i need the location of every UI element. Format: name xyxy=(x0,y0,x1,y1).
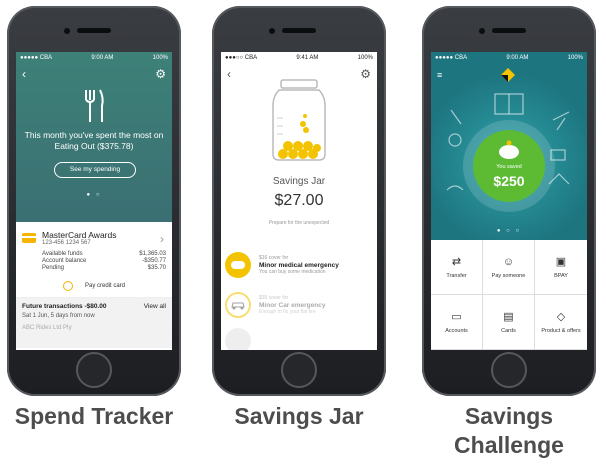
saved-badge[interactable]: You saved $250 xyxy=(473,130,545,202)
piggy-bank-icon xyxy=(499,140,519,159)
phone-camera xyxy=(269,28,275,34)
funds-row: Account balance -$350.77 xyxy=(42,258,166,264)
carrier: ●●●●● CBA xyxy=(20,55,53,61)
card-number: 123-456 1234 567 xyxy=(42,240,91,246)
future-next: ABC Rides Ltd Pty xyxy=(22,325,72,331)
phone-speaker xyxy=(492,28,526,33)
pay-icon xyxy=(62,281,73,291)
credit-card-icon xyxy=(22,233,36,243)
status-bar: ●●●●● CBA 9:00 AM 100% xyxy=(16,52,172,64)
future-transactions: Future transactions -$80.00 View all Sat… xyxy=(16,298,172,348)
wallet-icon: ▭ xyxy=(451,311,462,323)
screen: ●●●○○ CBA 9:41 AM 100% ‹ ⚙ Savings Jar $… xyxy=(221,52,377,350)
funds-row: Available funds $1,365.03 xyxy=(42,251,166,257)
phone-savings-jar: ●●●○○ CBA 9:41 AM 100% ‹ ⚙ Savings Jar $… xyxy=(212,6,386,396)
card-name: MasterCard Awards xyxy=(42,230,117,240)
goal-title: Minor medical emergency xyxy=(259,261,339,269)
person-icon: ☺ xyxy=(502,255,515,268)
future-date: Sat 1 Jun, 5 days from now xyxy=(22,313,95,319)
see-spending-button[interactable]: See my spending xyxy=(54,162,136,178)
battery: 100% xyxy=(357,55,373,61)
funds-row: Pending $35.70 xyxy=(42,265,166,271)
tile-transfer[interactable]: ⇄ Transfer xyxy=(431,240,483,295)
chevron-right-icon: › xyxy=(160,232,164,246)
spending-header: ●●●●● CBA 9:00 AM 100% ‹ ⚙ This month yo… xyxy=(16,52,172,222)
back-icon[interactable]: ‹ xyxy=(22,67,26,81)
clock: 9:00 AM xyxy=(91,55,114,61)
goal-desc: Enough to fix your flat tire xyxy=(259,308,316,315)
quick-actions-grid: ⇄ Transfer ☺ Pay someone ▣ BPAY ▭ Accounts ▤… xyxy=(431,240,587,350)
future-title: Future transactions -$80.00 xyxy=(22,303,107,310)
goal-desc: You can buy some medication xyxy=(259,268,326,275)
goal-cover: $16 cover for xyxy=(259,254,289,261)
tile-cards[interactable]: ▤ Cards xyxy=(483,295,535,350)
carrier: ●●●●● CBA xyxy=(435,55,468,61)
car-icon xyxy=(225,292,251,318)
goal-item[interactable]: $16 cover for Minor medical emergency Yo… xyxy=(221,248,377,282)
goal-cover: $35 cover for xyxy=(259,294,289,301)
status-bar: ●●●○○ CBA 9:41 AM 100% xyxy=(221,52,377,64)
saved-label: You saved xyxy=(496,164,522,170)
card-icon: ▤ xyxy=(503,311,514,323)
phone-camera xyxy=(64,28,70,34)
phone-camera xyxy=(479,28,485,34)
saved-amount: $250 xyxy=(493,173,525,189)
transfer-icon: ⇄ xyxy=(451,256,462,268)
pay-label: Pay credit card xyxy=(84,283,126,289)
page-dots: ● ○ xyxy=(86,192,102,198)
clock: 9:00 AM xyxy=(506,55,529,61)
pay-credit-card-button[interactable]: Pay credit card xyxy=(16,271,172,298)
bpay-icon: ▣ xyxy=(555,256,567,268)
page-dots: ● ○ ○ xyxy=(496,228,522,234)
jar-subtitle: Prepare for the unexpected xyxy=(268,220,330,226)
tile-bpay[interactable]: ▣ BPAY xyxy=(535,240,587,295)
gear-icon[interactable]: ⚙ xyxy=(360,67,371,81)
savings-hero: ≡ You saved $250 xyxy=(431,64,587,240)
battery: 100% xyxy=(152,55,168,61)
jar-amount: $27.00 xyxy=(274,192,324,209)
home-button[interactable] xyxy=(491,352,527,388)
home-button[interactable] xyxy=(281,352,317,388)
back-icon[interactable]: ‹ xyxy=(227,67,231,81)
caption-savings-jar: Savings Jar xyxy=(234,403,364,429)
cutlery-icon xyxy=(85,89,104,122)
tile-pay-someone[interactable]: ☺ Pay someone xyxy=(483,240,535,295)
tag-icon: ◇ xyxy=(556,311,566,323)
jar-title: Savings Jar xyxy=(272,176,326,187)
phone-speaker xyxy=(77,28,111,33)
view-all-link[interactable]: View all xyxy=(144,303,166,310)
carrier: ●●●○○ CBA xyxy=(225,55,258,61)
home-button[interactable] xyxy=(76,352,112,388)
battery: 100% xyxy=(567,55,583,61)
phone-savings-challenge: ●●●●● CBA 9:00 AM 100% ≡ You saved $250 … xyxy=(422,6,596,396)
phone-spend-tracker: ●●●●● CBA 9:00 AM 100% ‹ ⚙ This month yo… xyxy=(7,6,181,396)
savings-jar-icon xyxy=(272,79,326,161)
status-bar: ●●●●● CBA 9:00 AM 100% xyxy=(431,52,587,64)
phone-speaker xyxy=(282,28,316,33)
gear-icon[interactable]: ⚙ xyxy=(155,67,166,81)
screen: ●●●●● CBA 9:00 AM 100% ≡ You saved $250 … xyxy=(431,52,587,350)
clock: 9:41 AM xyxy=(296,55,319,61)
card-summary[interactable]: MasterCard Awards 123-456 1234 567 › xyxy=(16,222,172,250)
goal-placeholder xyxy=(225,328,251,350)
caption-spend-tracker: Spend Tracker xyxy=(14,403,174,429)
caption-savings-challenge: Savings Challenge xyxy=(454,403,564,458)
tile-product-offers[interactable]: ◇ Product & offers xyxy=(535,295,587,350)
goal-item[interactable]: $35 cover for Minor Car emergency Enough… xyxy=(221,288,377,322)
screen: ●●●●● CBA 9:00 AM 100% ‹ ⚙ This month yo… xyxy=(16,52,172,350)
goal-title: Minor Car emergency xyxy=(259,301,326,309)
spending-headline: This month you've spent the most on Eati… xyxy=(24,130,164,151)
bank-logo-icon xyxy=(501,68,515,82)
pill-icon xyxy=(225,252,251,278)
tile-accounts[interactable]: ▭ Accounts xyxy=(431,295,483,350)
menu-icon[interactable]: ≡ xyxy=(437,70,442,80)
